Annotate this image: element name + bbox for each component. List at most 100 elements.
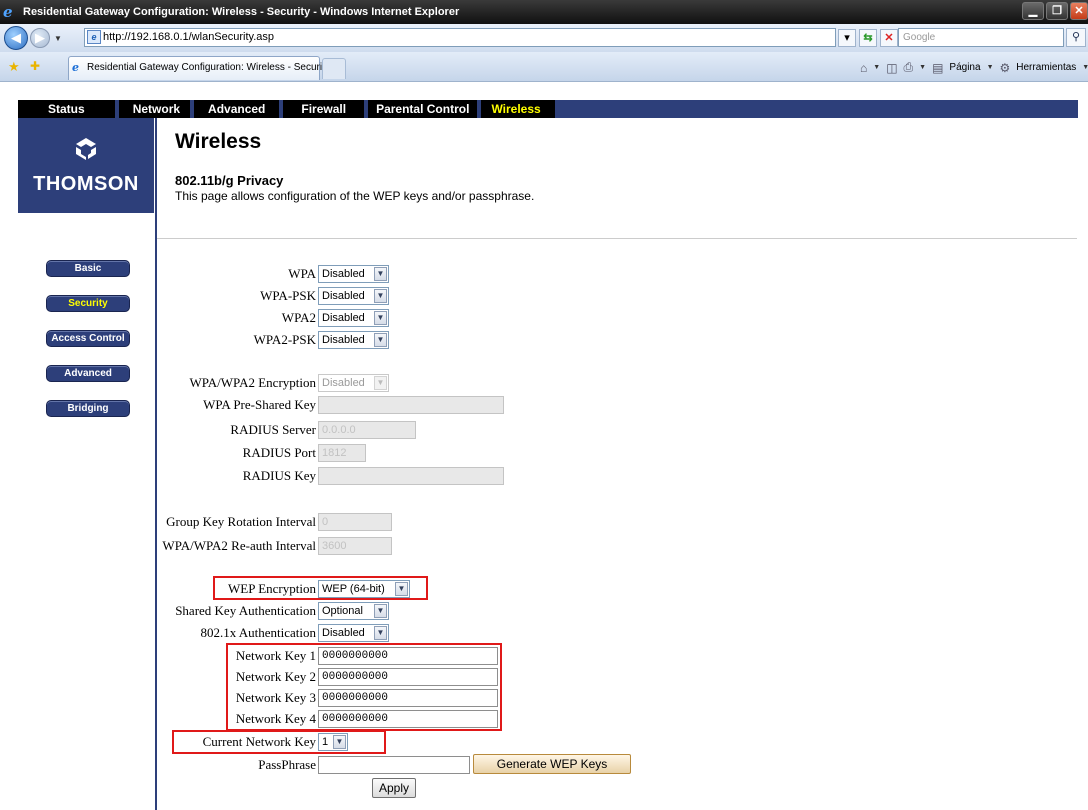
- wpa-psk-label: WPA-PSK: [260, 288, 316, 303]
- page-icon: e: [87, 30, 101, 44]
- wep-encryption-highlight: [213, 576, 428, 600]
- favorites-star-icon[interactable]: ★: [8, 59, 20, 75]
- tab-title: Residential Gateway Configuration: Wirel…: [87, 62, 330, 73]
- maximize-button[interactable]: ❐: [1046, 2, 1068, 20]
- shared-key-auth-select[interactable]: Optional ▼: [318, 602, 389, 620]
- chevron-down-icon: ▼: [374, 626, 387, 640]
- passphrase-label: PassPhrase: [258, 757, 316, 772]
- sidebar-bridging-button[interactable]: Bridging: [46, 400, 130, 417]
- reauth-interval-label: WPA/WPA2 Re-auth Interval: [162, 538, 316, 553]
- shared-key-auth-label: Shared Key Authentication: [175, 603, 316, 618]
- sidebar-advanced-button[interactable]: Advanced: [46, 365, 130, 382]
- search-icon[interactable]: ⚲: [1066, 28, 1086, 47]
- radius-port-label: RADIUS Port: [242, 445, 316, 460]
- tab-ie-icon: e: [72, 61, 79, 74]
- window-title: Residential Gateway Configuration: Wirel…: [23, 6, 460, 18]
- section-divider: [157, 238, 1077, 239]
- minimize-button[interactable]: ▁: [1022, 2, 1044, 20]
- window-titlebar: e Residential Gateway Configuration: Wir…: [0, 0, 1088, 24]
- chevron-down-icon: ▼: [374, 604, 387, 618]
- sidebar-access-control-button[interactable]: Access Control: [46, 330, 130, 347]
- left-sidebar: THOMSON Basic Security Access Control Ad…: [18, 118, 157, 810]
- reauth-interval-input[interactable]: 3600: [318, 537, 392, 555]
- history-dropdown-icon[interactable]: ▼: [54, 34, 62, 43]
- wpa-psk-select-value: Disabled: [322, 290, 365, 302]
- wpa2-select[interactable]: Disabled ▼: [318, 309, 389, 327]
- close-button[interactable]: ✕: [1070, 2, 1088, 20]
- wpa-psk-select[interactable]: Disabled ▼: [318, 287, 389, 305]
- chevron-down-icon: ▼: [374, 376, 387, 390]
- wpa-encryption-select-value: Disabled: [322, 377, 365, 389]
- address-bar: ◀ ▶ ▼ e http://192.168.0.1/wlanSecurity.…: [0, 24, 1088, 52]
- page-title: Wireless: [175, 130, 262, 153]
- auth-8021x-select[interactable]: Disabled ▼: [318, 624, 389, 642]
- tools-gear-icon: ⚙: [999, 60, 1011, 75]
- page-subtitle: 802.11b/g Privacy: [175, 173, 284, 188]
- forward-button[interactable]: ▶: [30, 28, 50, 48]
- radius-key-label: RADIUS Key: [242, 468, 316, 483]
- wpa-select[interactable]: Disabled ▼: [318, 265, 389, 283]
- network-keys-highlight: [226, 643, 502, 731]
- radius-port-input[interactable]: 1812: [318, 444, 366, 462]
- apply-button[interactable]: Apply: [372, 778, 416, 798]
- chevron-down-icon: ▼: [374, 333, 387, 347]
- wpa2-psk-select[interactable]: Disabled ▼: [318, 331, 389, 349]
- nav-wireless[interactable]: Wireless: [481, 100, 555, 118]
- page-menu[interactable]: Página: [949, 62, 980, 73]
- radius-server-input[interactable]: 0.0.0.0: [318, 421, 416, 439]
- home-icon[interactable]: ⌂: [860, 61, 867, 75]
- refresh-button[interactable]: ⇆: [859, 29, 877, 47]
- wpa2-psk-select-value: Disabled: [322, 334, 365, 346]
- chevron-down-icon: ▼: [374, 267, 387, 281]
- preshared-key-label: WPA Pre-Shared Key: [203, 397, 316, 412]
- preshared-key-input[interactable]: [318, 396, 504, 414]
- logo-text: THOMSON: [33, 173, 139, 195]
- print-dropdown-icon[interactable]: ▼: [919, 64, 926, 71]
- radius-key-input[interactable]: [318, 467, 504, 485]
- passphrase-input[interactable]: [318, 756, 470, 774]
- wpa-select-value: Disabled: [322, 268, 365, 280]
- sidebar-security-button[interactable]: Security: [46, 295, 130, 312]
- wpa-encryption-label: WPA/WPA2 Encryption: [189, 375, 316, 390]
- page-content: Status Network Advanced Firewall Parenta…: [0, 83, 1088, 810]
- url-text: http://192.168.0.1/wlanSecurity.asp: [103, 31, 275, 43]
- nav-advanced[interactable]: Advanced: [194, 100, 280, 118]
- chevron-down-icon: ▼: [374, 289, 387, 303]
- add-favorites-icon[interactable]: ✚: [30, 59, 40, 73]
- current-key-highlight: [172, 730, 386, 754]
- url-dropdown-button[interactable]: ▾: [838, 29, 856, 47]
- wpa2-select-value: Disabled: [322, 312, 365, 324]
- sidebar-basic-button[interactable]: Basic: [46, 260, 130, 277]
- back-button[interactable]: ◀: [4, 26, 28, 50]
- wpa-encryption-select[interactable]: Disabled ▼: [318, 374, 389, 392]
- stop-button[interactable]: ✕: [880, 29, 898, 47]
- print-icon[interactable]: ⎙: [904, 60, 914, 75]
- page-description: This page allows configuration of the WE…: [175, 189, 535, 203]
- nav-firewall[interactable]: Firewall: [283, 100, 365, 118]
- nav-status[interactable]: Status: [18, 100, 115, 118]
- group-key-interval-input[interactable]: 0: [318, 513, 392, 531]
- thomson-logo: THOMSON: [18, 118, 154, 213]
- tools-menu[interactable]: Herramientas: [1016, 62, 1076, 73]
- auth-8021x-label: 802.1x Authentication: [200, 625, 316, 640]
- tab-bar: ★ ✚ e Residential Gateway Configuration:…: [0, 52, 1088, 82]
- wpa-label: WPA: [288, 266, 316, 281]
- url-field[interactable]: e http://192.168.0.1/wlanSecurity.asp: [84, 28, 836, 47]
- feeds-icon[interactable]: ◫: [886, 61, 897, 75]
- sidebar-divider: [155, 118, 157, 810]
- nav-parental-control[interactable]: Parental Control: [368, 100, 478, 118]
- ie-logo-icon: e: [3, 3, 13, 21]
- command-bar: ⌂ ▼ ◫ ⎙ ▼ ▤ Página ▼ ⚙ Herramientas ▼: [860, 60, 1088, 75]
- tools-menu-dropdown-icon[interactable]: ▼: [1082, 64, 1088, 71]
- home-dropdown-icon[interactable]: ▼: [873, 64, 880, 71]
- shared-key-auth-select-value: Optional: [322, 605, 363, 617]
- page-menu-icon: ▤: [932, 60, 944, 75]
- nav-network[interactable]: Network: [118, 100, 191, 118]
- new-tab-button[interactable]: [322, 58, 346, 79]
- wpa2-label: WPA2: [281, 310, 316, 325]
- browser-tab[interactable]: e Residential Gateway Configuration: Wir…: [68, 56, 330, 80]
- radius-server-label: RADIUS Server: [230, 422, 316, 437]
- search-input[interactable]: Google: [898, 28, 1064, 47]
- generate-wep-keys-button[interactable]: Generate WEP Keys: [473, 754, 631, 774]
- page-menu-dropdown-icon[interactable]: ▼: [987, 64, 994, 71]
